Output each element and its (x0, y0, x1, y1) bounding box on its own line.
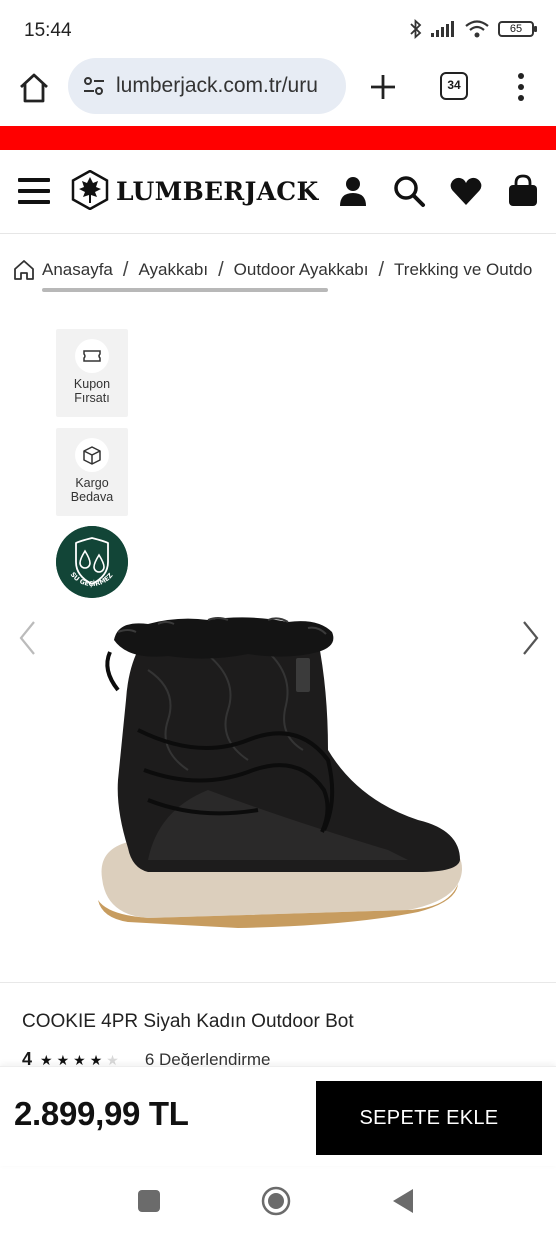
breadcrumb-item-trekking[interactable]: Trekking ve Outdo (394, 260, 532, 280)
search-icon[interactable] (392, 174, 426, 208)
signal-icon (431, 21, 454, 37)
ticket-icon (75, 339, 109, 373)
breadcrumb-scrollbar[interactable] (42, 288, 328, 292)
shipping-badge-line2: Bedava (70, 490, 114, 504)
shipping-badge-line1: Kargo (75, 476, 109, 490)
shopping-bag-icon[interactable] (506, 174, 540, 208)
breadcrumb-separator: / (122, 258, 129, 281)
bluetooth-icon (410, 19, 422, 39)
breadcrumb-separator: / (218, 258, 224, 281)
browser-home-button[interactable] (16, 70, 52, 106)
coupon-badge-line1: Kupon (73, 377, 111, 391)
breadcrumb-separator: / (378, 258, 385, 281)
lumberjack-logo-icon[interactable] (70, 170, 110, 210)
logo-text[interactable]: LUMBERJACK (116, 177, 319, 206)
buy-bar: 2.899,99 TL SEPETE EKLE (0, 1066, 556, 1166)
divider (0, 982, 556, 983)
product-price: 2.899,99 TL (14, 1095, 189, 1132)
heart-icon[interactable] (449, 174, 483, 208)
account-icon[interactable] (336, 174, 370, 208)
free-shipping-badge: Kargo Bedava (56, 428, 128, 516)
package-icon (75, 438, 109, 472)
waterproof-badge: SU GEÇİRMEZ (56, 526, 128, 598)
product-gallery: Kupon Fırsatı Kargo Bedava SU GEÇİRMEZ (0, 300, 556, 980)
status-icons: 65 (410, 19, 537, 39)
breadcrumb: Anasayfa / Ayakkabı / Outdoor Ayakkabı /… (12, 254, 544, 286)
gallery-next-arrow[interactable] (518, 618, 542, 658)
browser-toolbar: lumberjack.com.tr/uru 34 (0, 58, 556, 116)
site-header: LUMBERJACK (0, 150, 556, 234)
new-tab-button[interactable] (366, 70, 400, 104)
battery-icon: 65 (498, 21, 537, 37)
url-text: lumberjack.com.tr/uru (116, 74, 318, 97)
system-back-button[interactable] (392, 1188, 414, 1214)
wifi-icon (465, 20, 489, 38)
coupon-badge-line2: Fırsatı (74, 391, 110, 405)
home-icon (14, 260, 34, 280)
breadcrumb-home[interactable]: Anasayfa (12, 258, 113, 282)
url-bar[interactable]: lumberjack.com.tr/uru (68, 58, 346, 114)
system-home-button[interactable] (261, 1186, 291, 1216)
tab-switcher-button[interactable]: 34 (440, 72, 468, 100)
breadcrumb-item-outdoor[interactable]: Outdoor Ayakkabı (234, 260, 369, 280)
product-image[interactable] (88, 610, 468, 940)
breadcrumb-label: Anasayfa (42, 260, 113, 279)
status-time: 15:44 (24, 20, 72, 41)
site-settings-icon[interactable] (82, 75, 106, 97)
product-title: COOKIE 4PR Siyah Kadın Outdoor Bot (22, 1011, 354, 1032)
promo-banner[interactable] (0, 126, 556, 150)
menu-icon[interactable] (18, 178, 50, 206)
coupon-badge: Kupon Fırsatı (56, 329, 128, 417)
system-navigation-bar (0, 1166, 556, 1235)
breadcrumb-item-ayakkabi[interactable]: Ayakkabı (138, 260, 208, 280)
status-bar: 15:44 65 (0, 0, 556, 60)
browser-menu-button[interactable] (508, 70, 534, 104)
gallery-prev-arrow[interactable] (16, 618, 40, 658)
add-to-cart-button[interactable]: SEPETE EKLE (316, 1081, 542, 1155)
recents-button[interactable] (138, 1190, 160, 1212)
